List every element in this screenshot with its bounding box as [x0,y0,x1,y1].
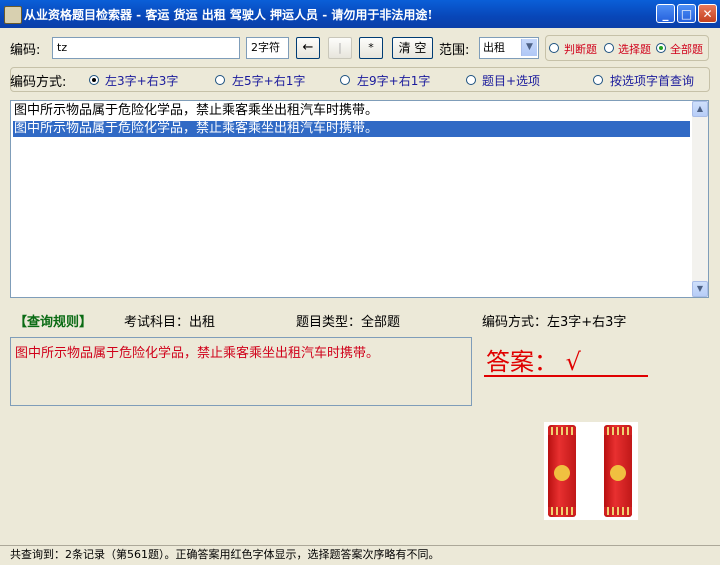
question-detail-box: 图中所示物品属于危险化学品，禁止乘客乘坐出租汽车时携带。 [10,337,472,406]
radio-choice-icon[interactable] [604,43,614,53]
question-type-info: 题目类型：全部题 [296,315,401,330]
wildcard-button[interactable]: * [359,37,383,59]
range-select-value: 出租 [483,41,505,54]
type-option-choice[interactable]: 选择题 [618,41,651,57]
query-rules-label: 【查询规则】 [14,315,93,330]
scroll-down-icon[interactable]: ▼ [692,281,708,297]
encoding-info: 编码方式：左3字+右3字 [482,315,627,330]
red-package-image-right [604,425,632,517]
radio-encoding-5-1-icon[interactable] [215,75,225,85]
question-image [544,422,638,520]
subject-info: 考试科目：出租 [124,315,216,330]
type-option-all[interactable]: 全部题 [670,41,703,57]
encoding-option-5-1[interactable]: 左5字+右1字 [232,72,305,89]
close-button[interactable]: ✕ [698,4,717,23]
scroll-up-icon[interactable]: ▲ [692,101,708,117]
red-package-image-left [548,425,576,517]
encoding-option-9-1[interactable]: 左9字+右1字 [357,72,430,89]
range-label: 范围: [439,43,470,58]
question-type-group: 判断题 选择题 全部题 [545,35,709,61]
radio-judgment-icon[interactable] [549,43,559,53]
window-title: 从业资格题目检索器 - 客运 货运 出租 驾驶人 押运人员 - 请勿用于非法用途… [24,8,433,22]
blank-button: | [328,37,352,59]
minimize-button[interactable]: _ [656,4,675,23]
question-detail-text: 图中所示物品属于危险化学品，禁止乘客乘坐出租汽车时携带。 [15,346,380,361]
code-input[interactable]: tz [52,37,240,59]
encoding-option-question[interactable]: 题目+选项 [482,72,540,89]
chevron-down-icon[interactable]: ▼ [521,39,537,56]
radio-encoding-initials-icon[interactable] [593,75,603,85]
encoding-option-initials[interactable]: 按选项字首查询 [610,72,694,89]
results-list[interactable]: 图中所示物品属于危险化学品，禁止乘客乘坐出租汽车时携带。 图中所示物品属于危险化… [10,100,709,298]
radio-all-icon[interactable] [656,43,666,53]
list-item[interactable]: 图中所示物品属于危险化学品，禁止乘客乘坐出租汽车时携带。 [13,103,690,119]
radio-encoding-3-3-icon[interactable] [89,75,99,85]
type-option-judgment[interactable]: 判断题 [564,41,597,57]
clear-button[interactable]: 清 空 [392,37,433,59]
range-select[interactable]: 出租 ▼ [479,37,539,59]
answer-label: 答案： √ [486,348,581,376]
radio-encoding-question-icon[interactable] [466,75,476,85]
app-icon [4,6,22,24]
radio-encoding-9-1-icon[interactable] [340,75,350,85]
encoding-label: 编码方式: [10,75,67,90]
code-label: 编码: [10,43,41,58]
char-count-field: 2字符 [246,37,289,59]
status-bar: 共查询到：2条记录（第561题）。正确答案用红色字体显示，选择题答案次序略有不同… [0,545,720,565]
maximize-button[interactable]: □ [677,4,696,23]
vertical-scrollbar[interactable]: ▲ ▼ [692,101,708,297]
encoding-option-3-3[interactable]: 左3字+右3字 [105,72,178,89]
title-bar: 从业资格题目检索器 - 客运 货运 出租 驾驶人 押运人员 - 请勿用于非法用途… [0,0,720,28]
backspace-button[interactable]: ← [296,37,320,59]
list-item-selected[interactable]: 图中所示物品属于危险化学品，禁止乘客乘坐出租汽车时携带。 [13,121,690,137]
answer-underline [484,375,648,377]
